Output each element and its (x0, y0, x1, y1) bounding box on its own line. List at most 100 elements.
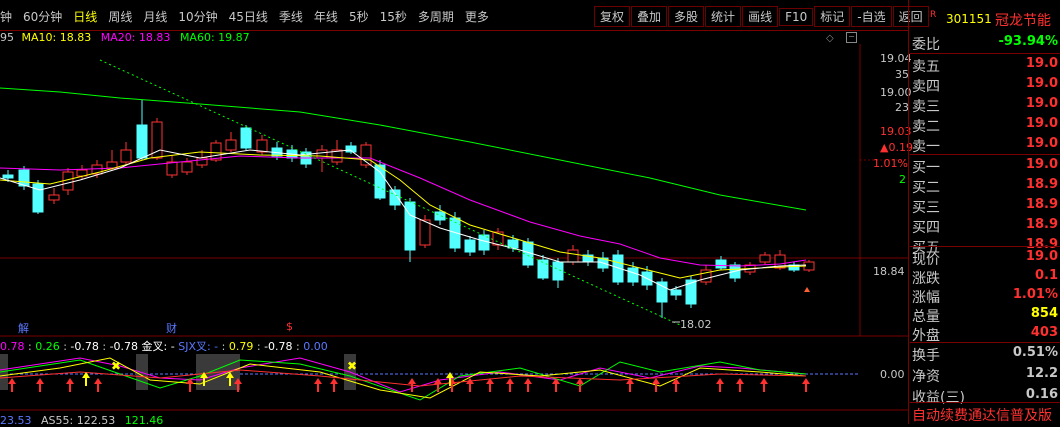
bottom-c: 121.46 (124, 414, 164, 427)
divider (910, 53, 1060, 54)
ind-v6: -0.78 (264, 340, 293, 353)
candle-body (389, 189, 401, 206)
stats-row[interactable]: 总量 854 (910, 305, 1060, 325)
row-label: 现价 (912, 252, 940, 268)
panel-divider (908, 0, 909, 424)
stock-name[interactable]: 冠龙节能 (995, 10, 1051, 30)
row-value: 19.0 (1025, 157, 1058, 172)
ma60-line (0, 87, 807, 211)
up-arrow (330, 378, 338, 384)
up-arrow (408, 378, 416, 384)
row-label: 卖二 (912, 119, 940, 135)
buys-row[interactable]: 买一 19.0 (910, 156, 1060, 176)
sells-row[interactable]: 卖三 19.0 (910, 95, 1060, 115)
jie-marker[interactable]: 解 (18, 320, 29, 336)
row-label: 收益(三) (912, 390, 965, 406)
up-arrow (652, 378, 660, 384)
up-arrow (314, 378, 322, 384)
divider (910, 402, 1060, 403)
ind-v7: 0.00 (303, 340, 328, 353)
candle-body (181, 161, 193, 173)
row-label: 卖三 (912, 99, 940, 115)
row-label: 总量 (912, 309, 940, 325)
row-value: 403 (1030, 325, 1058, 340)
row-value: 12.2 (1025, 366, 1058, 381)
candle-body (48, 194, 60, 201)
candle-body (715, 259, 727, 269)
up-arrow (524, 378, 532, 384)
axis-zero: 0.00 (880, 368, 905, 381)
buys-row[interactable]: 买二 18.9 (910, 176, 1060, 196)
candle-body (18, 169, 30, 187)
row-label: 涨幅 (912, 290, 940, 306)
row-label: 涨跌 (912, 271, 940, 287)
axis-price-3: 19.03 (880, 125, 912, 138)
row-value: 19.0 (1025, 249, 1058, 264)
candle-body (240, 127, 252, 149)
candle-body (256, 139, 268, 153)
row-label: 卖四 (912, 79, 940, 95)
row-value: 19.0 (1025, 56, 1058, 71)
up-arrow (8, 378, 16, 384)
stats2-row[interactable]: 净资 12.2 (910, 365, 1060, 385)
axis-vol-3: 2 (899, 173, 906, 186)
ticker-text[interactable]: 自动续费通达信普及版 (912, 405, 1052, 425)
row-label: 买一 (912, 160, 940, 176)
buys-row[interactable]: 买三 18.9 (910, 196, 1060, 216)
up-arrow (36, 378, 44, 384)
stats-row[interactable]: 涨幅 1.01% (910, 286, 1060, 306)
yellow-arrow (446, 372, 454, 378)
sells-row[interactable]: 卖一 19.0 (910, 135, 1060, 155)
candle-body (656, 281, 668, 303)
cai-marker[interactable]: 财 (166, 320, 177, 336)
stats-row[interactable]: 外盘 403 (910, 324, 1060, 344)
weibi-value: -93.94% (998, 34, 1058, 49)
up-arrow (760, 378, 768, 384)
quote-panel: 委比 -93.94% 卖五 19.0 卖四 19.0 卖三 19.0 卖二 19.0 卖一 19.… (910, 30, 1060, 424)
candle-body (120, 149, 132, 163)
row-value: 19.0 (1025, 136, 1058, 151)
candle-body (567, 249, 579, 263)
row-value: 18.9 (1025, 197, 1058, 212)
row-label: 换手 (912, 348, 940, 364)
bottom-b: AS55: 122.53 (41, 414, 116, 427)
row-label: 卖五 (912, 59, 940, 75)
row-label: 买三 (912, 200, 940, 216)
row-label: 买四 (912, 220, 940, 236)
sells-row[interactable]: 卖五 19.0 (910, 55, 1060, 75)
shade-block (136, 354, 148, 390)
candle-body (670, 289, 682, 296)
row-value: 0.51% (1012, 345, 1058, 360)
indicator-legend: 0.78 : 0.26 : -0.78 : -0.78 金叉: - SJX叉: … (0, 340, 328, 353)
ma20-line (0, 155, 807, 267)
candle-body (464, 239, 476, 253)
axis-vol-1: 35 (895, 68, 909, 81)
candle-body (537, 259, 549, 279)
stats-row[interactable]: 现价 19.0 (910, 248, 1060, 268)
sells-row[interactable]: 卖四 19.0 (910, 75, 1060, 95)
stats-row[interactable]: 涨跌 0.1 (910, 267, 1060, 287)
row-value: 18.9 (1025, 177, 1058, 192)
sells-row[interactable]: 卖二 19.0 (910, 115, 1060, 135)
row-value: 0.16 (1025, 387, 1058, 402)
s-marker[interactable]: $ (286, 320, 293, 333)
low-price-label: 18.02 (680, 318, 712, 331)
candle-body (2, 174, 14, 179)
bottom-indicator: 23.53 AS55: 122.53 121.46 (0, 414, 163, 427)
up-triangle (804, 287, 810, 292)
weibi-label: 委比 (912, 37, 940, 53)
stats2-row[interactable]: 收益(三) 0.16 (910, 386, 1060, 406)
ind-v5: 0.79 (228, 340, 254, 353)
divider (910, 154, 1060, 155)
candle-body (759, 254, 771, 263)
row-label: 净资 (912, 369, 940, 385)
cross-mark: ✖ (111, 359, 121, 373)
candle-body (434, 211, 446, 221)
up-arrow (506, 378, 514, 384)
kline-chart[interactable]: ✖ ✖ (0, 0, 908, 424)
candle-body (210, 142, 222, 161)
row-label: 卖一 (912, 139, 940, 155)
buys-row[interactable]: 买四 18.9 (910, 216, 1060, 236)
stats2-row[interactable]: 换手 0.51% (910, 344, 1060, 364)
stock-code[interactable]: 301151 (946, 12, 992, 26)
